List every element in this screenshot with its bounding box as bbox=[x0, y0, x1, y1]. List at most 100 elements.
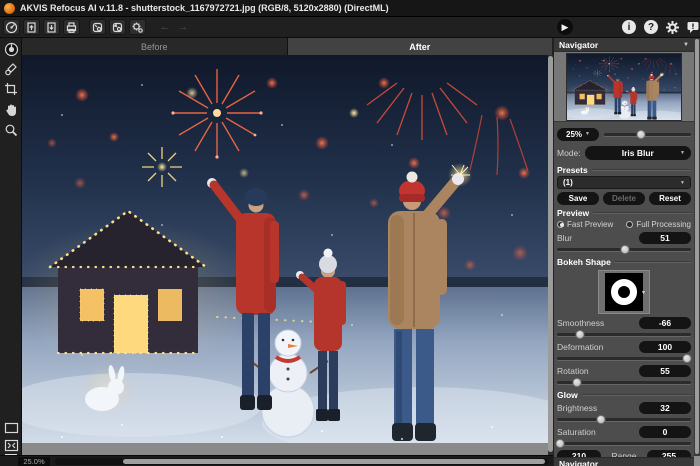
feedback-button[interactable] bbox=[684, 19, 700, 35]
mode-dropdown[interactable]: Iris Blur ▼ bbox=[585, 146, 691, 160]
print-button[interactable] bbox=[63, 19, 80, 35]
undo-arrow-icon[interactable]: ← bbox=[158, 21, 172, 33]
photo-canvas[interactable] bbox=[22, 55, 548, 443]
info-button[interactable]: i bbox=[622, 20, 636, 34]
import-presets-button[interactable] bbox=[89, 19, 106, 35]
navigator-header[interactable]: Navigator ▼ bbox=[554, 38, 694, 52]
deformation-value-box[interactable]: 100 bbox=[639, 341, 691, 353]
smoothness-slider-handle[interactable] bbox=[575, 330, 584, 339]
smoothness-slider[interactable] bbox=[557, 330, 691, 339]
mode-label: Mode: bbox=[557, 148, 581, 158]
preview-section-title: Preview bbox=[557, 207, 691, 218]
save-preset-button[interactable]: Save bbox=[557, 192, 599, 205]
zoom-dropdown[interactable]: 25%▼ bbox=[557, 128, 599, 141]
brightness-slider[interactable] bbox=[557, 415, 691, 424]
run-processing-button[interactable]: ▶ bbox=[557, 19, 573, 35]
full-processing-radio[interactable] bbox=[626, 221, 633, 228]
settings-panel-scrollbar[interactable] bbox=[694, 38, 700, 466]
bokeh-shape-selector[interactable]: ▼ bbox=[598, 270, 650, 314]
preview-target-icon bbox=[4, 42, 19, 57]
blur-brush-tool[interactable] bbox=[2, 60, 20, 78]
blur-slider[interactable] bbox=[557, 245, 691, 254]
export-presets-button[interactable] bbox=[109, 19, 126, 35]
navigator-thumb-area bbox=[554, 52, 694, 122]
zoom-slider-handle[interactable] bbox=[636, 130, 645, 139]
preset-dropdown[interactable]: (1)▼ bbox=[557, 176, 691, 189]
gear-small-icon bbox=[131, 21, 144, 34]
hscroll-thumb[interactable] bbox=[123, 459, 545, 464]
brightness-value-box[interactable]: 32 bbox=[639, 402, 691, 414]
import-presets-icon bbox=[91, 21, 104, 34]
navigator-zoom-slider[interactable] bbox=[604, 130, 691, 139]
help-button[interactable]: ? bbox=[644, 20, 658, 34]
bokeh-shape-preview bbox=[605, 273, 643, 311]
titlebar: AKVIS Refocus AI v.11.8 - shutterstock_1… bbox=[0, 0, 700, 17]
tab-before[interactable]: Before bbox=[22, 38, 288, 55]
viewport-horizontal-scrollbar[interactable] bbox=[55, 458, 549, 465]
gear-icon bbox=[665, 20, 680, 35]
brush-icon bbox=[4, 62, 18, 76]
smoothness-label: Smoothness bbox=[557, 318, 604, 328]
rotation-label: Rotation bbox=[557, 366, 589, 376]
chevron-down-icon: ▼ bbox=[585, 131, 590, 137]
rabbit bbox=[82, 363, 134, 415]
actual-size-icon bbox=[4, 422, 19, 434]
mode-value: Iris Blur bbox=[622, 148, 654, 158]
zoom-tool[interactable] bbox=[2, 121, 20, 139]
tab-after[interactable]: After bbox=[288, 38, 553, 55]
hand-tool[interactable] bbox=[2, 101, 20, 119]
blur-slider-handle[interactable] bbox=[621, 245, 630, 254]
settings-panel: Navigator ▼ 25%▼ Mode: Iris Blur▼ bbox=[553, 38, 700, 466]
crop-icon bbox=[4, 82, 18, 96]
preferences-button[interactable] bbox=[664, 19, 681, 35]
speedometer-icon bbox=[5, 21, 18, 34]
save-image-button[interactable] bbox=[43, 19, 60, 35]
reset-preset-button[interactable]: Reset bbox=[649, 192, 691, 205]
saturation-value-box[interactable]: 0 bbox=[639, 426, 691, 438]
zoom-value: 25% bbox=[566, 130, 582, 139]
deformation-label: Deformation bbox=[557, 342, 603, 352]
rotation-slider[interactable] bbox=[557, 378, 691, 387]
fast-preview-radio[interactable] bbox=[557, 221, 564, 228]
delete-preset-button[interactable]: Delete bbox=[603, 192, 645, 205]
statusbar-zoom-value: 25.0% bbox=[18, 457, 50, 466]
crop-tool[interactable] bbox=[2, 80, 20, 98]
smoothness-value-box[interactable]: -66 bbox=[639, 317, 691, 329]
app-window: AKVIS Refocus AI v.11.8 - shutterstock_1… bbox=[0, 0, 700, 466]
presets-section-title: Presets bbox=[557, 164, 691, 175]
glow-section-title: Glow bbox=[557, 389, 691, 400]
navigator-title: Navigator bbox=[559, 40, 598, 50]
brightness-slider-handle[interactable] bbox=[597, 415, 606, 424]
saturation-slider[interactable] bbox=[557, 439, 691, 448]
rotation-slider-handle[interactable] bbox=[573, 378, 582, 387]
saturation-slider-handle[interactable] bbox=[555, 439, 564, 448]
speech-bubble-icon bbox=[686, 20, 700, 34]
chevron-down-icon: ▼ bbox=[680, 150, 685, 156]
window-title: AKVIS Refocus AI v.11.8 - shutterstock_1… bbox=[20, 3, 389, 13]
batch-processing-button[interactable] bbox=[129, 19, 146, 35]
export-presets-icon bbox=[111, 21, 124, 34]
navigator-thumbnail[interactable] bbox=[566, 53, 682, 121]
blur-value-box[interactable]: 51 bbox=[639, 232, 691, 244]
workspace-button[interactable] bbox=[3, 19, 20, 35]
bokeh-ring-icon bbox=[611, 279, 637, 305]
rotation-value-box[interactable]: 55 bbox=[639, 365, 691, 377]
bottom-panel-header[interactable]: Navigator bbox=[554, 457, 694, 466]
full-processing-label: Full Processing bbox=[636, 220, 691, 229]
fast-preview-label: Fast Preview bbox=[567, 220, 613, 229]
deformation-slider[interactable] bbox=[557, 354, 691, 363]
bokeh-section-title: Bokeh Shape bbox=[557, 256, 691, 267]
printer-icon bbox=[65, 21, 78, 34]
brightness-label: Brightness bbox=[557, 403, 597, 413]
saturation-label: Saturation bbox=[557, 427, 596, 437]
app-logo-icon bbox=[4, 3, 15, 14]
quick-preview-tool[interactable] bbox=[2, 40, 20, 58]
preset-selected: (1) bbox=[563, 178, 573, 187]
deformation-slider-handle[interactable] bbox=[682, 354, 691, 363]
redo-arrow-icon[interactable]: → bbox=[176, 21, 190, 33]
actual-size-button[interactable] bbox=[2, 419, 20, 437]
tool-rail bbox=[0, 38, 22, 455]
open-image-button[interactable] bbox=[23, 19, 40, 35]
resize-grip[interactable] bbox=[694, 456, 700, 466]
image-viewport[interactable] bbox=[22, 55, 548, 455]
